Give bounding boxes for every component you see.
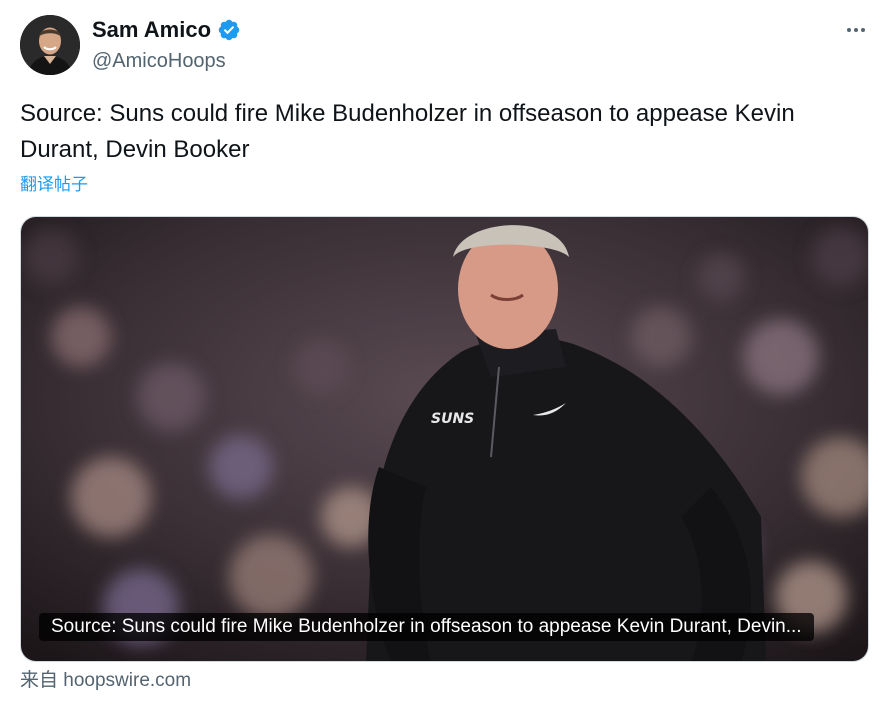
card-source-link[interactable]: 来自 hoopswire.com <box>20 668 191 694</box>
card-caption[interactable]: Source: Suns could fire Mike Budenholzer… <box>39 613 814 641</box>
author-handle[interactable]: @AmicoHoops <box>92 48 226 74</box>
author-name-row[interactable]: Sam Amico <box>92 16 241 44</box>
author-display-name[interactable]: Sam Amico <box>92 16 211 44</box>
more-dot <box>861 28 865 32</box>
translate-post-link[interactable]: 翻译帖子 <box>20 174 88 196</box>
more-horizontal-icon <box>847 28 851 32</box>
suns-jacket-logo: SUNS <box>431 411 474 427</box>
author-avatar[interactable] <box>20 15 80 75</box>
more-options-button[interactable] <box>842 18 870 42</box>
avatar-photo-icon <box>20 15 80 75</box>
article-photo: SUNS <box>21 217 868 661</box>
verified-badge-icon <box>218 19 240 41</box>
tweet-text: Source: Suns could fire Mike Budenholzer… <box>20 100 795 163</box>
link-card[interactable]: SUNS Source: Suns could fire Mike Budenh… <box>20 216 869 662</box>
more-dot <box>854 28 858 32</box>
